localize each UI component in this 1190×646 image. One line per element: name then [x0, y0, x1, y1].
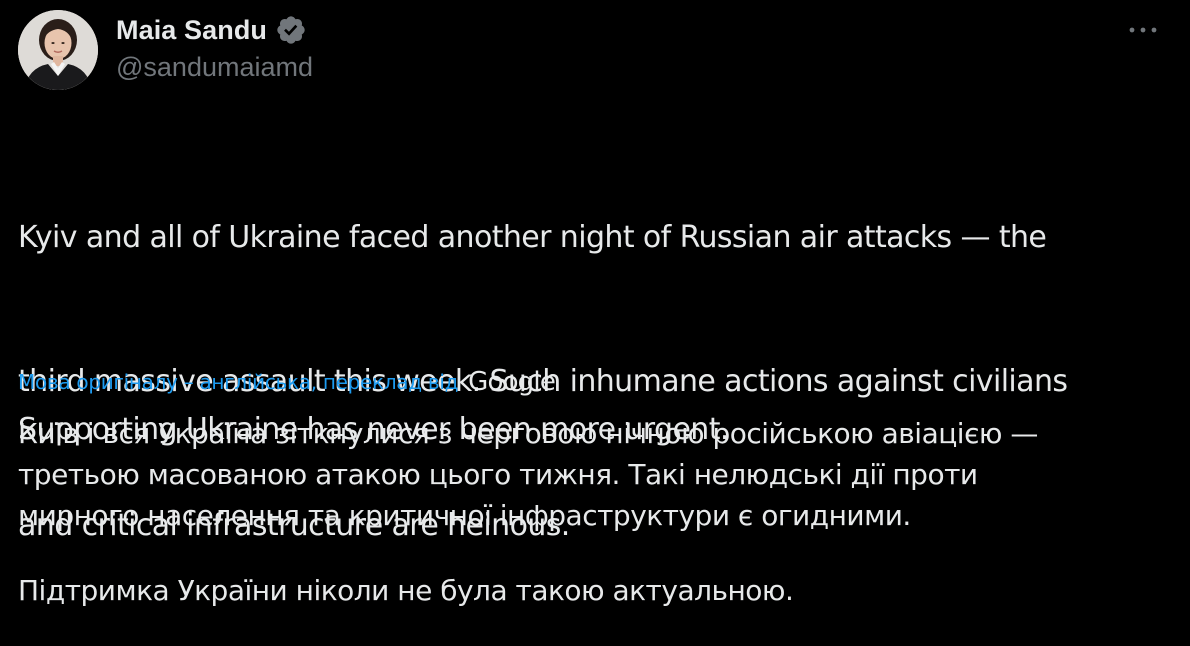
translation-source-link[interactable]: Мова оригіналу – англійська, переклад ві…	[18, 370, 458, 394]
verified-badge-icon[interactable]	[275, 14, 307, 46]
author-name-row: Maia Sandu	[116, 12, 307, 48]
avatar-photo	[18, 10, 98, 90]
translated-text-paragraph-1: Київ і вся Україна зіткнулися з черговою…	[18, 413, 1178, 536]
translated-text-line: Підтримка України ніколи не була такою а…	[18, 574, 794, 607]
translated-text-line: третьою масованою атакою цього тижня. Та…	[18, 458, 978, 491]
tweet-text-line: Kyiv and all of Ukraine faced another ni…	[18, 220, 1047, 255]
author-handle[interactable]: @sandumaiamd	[116, 52, 313, 83]
translated-text-line: Київ і вся Україна зіткнулися з черговою…	[18, 417, 1038, 450]
translation-notice: Мова оригіналу – англійська, переклад ві…	[18, 366, 556, 398]
translated-text-line: мирного населення та критичної інфрастру…	[18, 499, 911, 532]
translated-text-paragraph-2: Підтримка України ніколи не була такою а…	[18, 570, 1178, 611]
google-logo: Google	[468, 367, 556, 397]
avatar[interactable]	[18, 10, 98, 90]
more-horizontal-icon[interactable]	[1126, 18, 1160, 42]
tweet: Maia Sandu @sandumaiamd Kyiv and all of …	[0, 0, 1190, 640]
author-display-name[interactable]: Maia Sandu	[116, 15, 267, 46]
